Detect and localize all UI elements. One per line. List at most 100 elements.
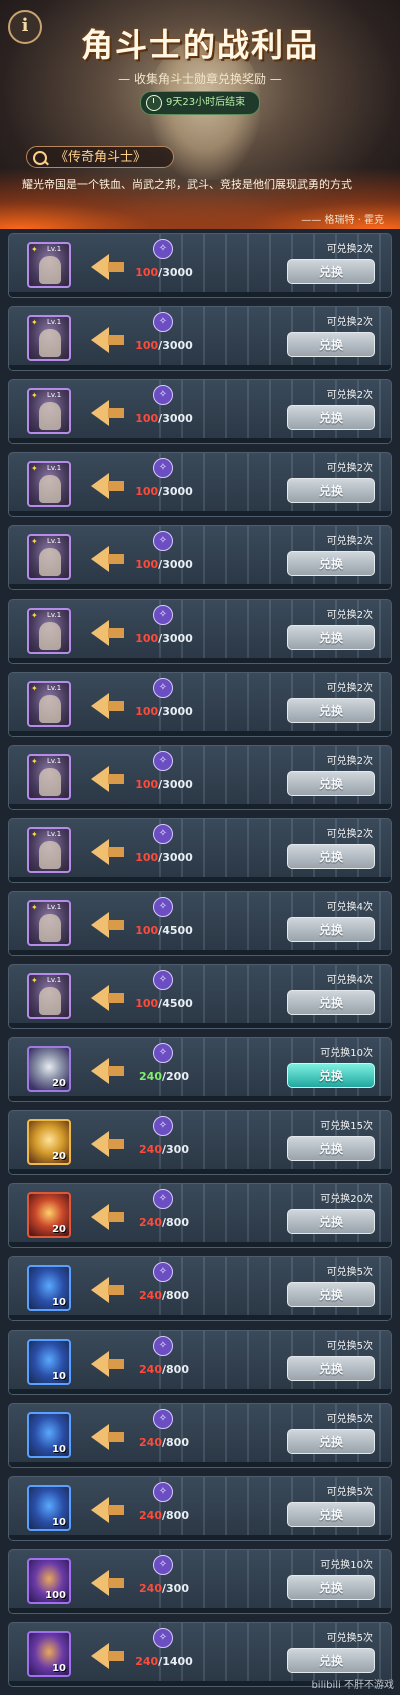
arrow-left-icon [91, 1570, 109, 1596]
medal-cost: 100/3000 [135, 632, 193, 645]
exchange-button[interactable]: 兑换 [287, 1502, 375, 1527]
exchange-button[interactable]: 兑换 [287, 1136, 375, 1161]
rarity-star-icon: ✦ [31, 976, 38, 985]
reward-item-icon[interactable]: ✦ Lv.1 [27, 242, 71, 288]
gladiator-medal-icon: ✧ [153, 1409, 173, 1429]
reward-item-icon[interactable]: 10 [27, 1485, 71, 1531]
arrow-left-icon [91, 400, 109, 426]
exchange-button[interactable]: 兑换 [287, 1209, 375, 1234]
reward-item-icon[interactable]: 20 [27, 1119, 71, 1165]
gladiator-medal-icon: ✧ [153, 385, 173, 405]
rarity-star-icon: ✦ [31, 903, 38, 912]
exchange-button[interactable]: 兑换 [287, 551, 375, 576]
row-divider [9, 658, 391, 663]
reward-item-icon[interactable]: 10 [27, 1265, 71, 1311]
gladiator-medal-icon: ✧ [153, 1336, 173, 1356]
exchange-button[interactable]: 兑换 [287, 1429, 375, 1454]
remaining-exchanges: 可兑换5次 [326, 1487, 373, 1498]
arrow-tail [108, 1578, 124, 1588]
exchange-button[interactable]: 兑换 [287, 259, 375, 284]
arrow-left-icon [91, 1277, 109, 1303]
exchange-button[interactable]: 兑换 [287, 625, 375, 650]
medal-cost: 240/1400 [135, 1655, 193, 1668]
exchange-button[interactable]: 兑换 [287, 1356, 375, 1381]
reward-item-icon[interactable]: ✦ Lv.1 [27, 754, 71, 800]
exchange-button[interactable]: 兑换 [287, 1575, 375, 1600]
reward-item-icon[interactable]: 10 [27, 1412, 71, 1458]
medal-required: 4500 [162, 997, 193, 1010]
row-divider [9, 1023, 391, 1028]
reward-item-icon[interactable]: 100 [27, 1558, 71, 1604]
medal-cost: 240/800 [139, 1436, 189, 1449]
medal-required: 3000 [162, 705, 193, 718]
medal-owned: 100 [135, 266, 159, 279]
medal-required: 300 [166, 1582, 189, 1595]
lore-title-tag[interactable]: 《传奇角斗士》 [26, 146, 174, 168]
exchange-button[interactable]: 兑换 [287, 1282, 375, 1307]
arrow-tail [108, 262, 124, 272]
reward-item-icon[interactable]: ✦ Lv.1 [27, 608, 71, 654]
item-quantity: 20 [52, 1078, 66, 1089]
remaining-exchanges: 可兑换4次 [326, 902, 373, 913]
gladiator-medal-icon: ✧ [153, 1043, 173, 1063]
arrow-tail [108, 554, 124, 564]
lore-text: 耀光帝国是一个铁血、尚武之邦，武斗、竞技是他们展现武勇的方式 [22, 178, 352, 191]
medal-owned: 100 [135, 997, 159, 1010]
exchange-row: 10 ✧ 240/800 可兑换5次 兑换 [8, 1330, 392, 1395]
medal-cost: 100/3000 [135, 412, 193, 425]
row-divider [9, 1096, 391, 1101]
reward-item-icon[interactable]: 20 [27, 1046, 71, 1092]
exchange-button[interactable]: 兑换 [287, 844, 375, 869]
medal-owned: 240 [139, 1216, 162, 1229]
reward-item-icon[interactable]: ✦ Lv.1 [27, 534, 71, 580]
medal-required: 3000 [162, 851, 193, 864]
arrow-left-icon [91, 254, 109, 280]
row-divider [9, 1169, 391, 1174]
remaining-exchanges: 可兑换2次 [326, 683, 373, 694]
reward-item-icon[interactable]: ✦ Lv.1 [27, 461, 71, 507]
reward-item-icon[interactable]: ✦ Lv.1 [27, 900, 71, 946]
exchange-button[interactable]: 兑换 [287, 1063, 375, 1088]
reward-item-icon[interactable]: ✦ Lv.1 [27, 681, 71, 727]
medal-cost: 240/800 [139, 1509, 189, 1522]
exchange-button[interactable]: 兑换 [287, 917, 375, 942]
exchange-row: ✦ Lv.1 ✧ 100/3000 可兑换2次 兑换 [8, 745, 392, 810]
exchange-button[interactable]: 兑换 [287, 990, 375, 1015]
gladiator-medal-icon: ✧ [153, 1116, 173, 1136]
exchange-button[interactable]: 兑换 [287, 332, 375, 357]
gladiator-medal-icon: ✧ [153, 970, 173, 990]
item-quantity: 10 [52, 1444, 66, 1455]
gladiator-medal-icon: ✧ [153, 1189, 173, 1209]
reward-item-icon[interactable]: 10 [27, 1339, 71, 1385]
exchange-button[interactable]: 兑换 [287, 405, 375, 430]
reward-item-icon[interactable]: ✦ Lv.1 [27, 827, 71, 873]
medal-owned: 240 [139, 1363, 162, 1376]
exchange-button[interactable]: 兑换 [287, 698, 375, 723]
item-level: Lv.1 [47, 976, 62, 984]
rarity-star-icon: ✦ [31, 537, 38, 546]
item-quantity: 20 [52, 1151, 66, 1162]
row-divider [9, 950, 391, 955]
hero-portrait [39, 914, 61, 942]
reward-item-icon[interactable]: ✦ Lv.1 [27, 315, 71, 361]
medal-cost: 240/300 [139, 1143, 189, 1156]
remaining-exchanges: 可兑换2次 [326, 829, 373, 840]
exchange-button[interactable]: 兑换 [287, 771, 375, 796]
reward-item-icon[interactable]: 10 [27, 1631, 71, 1677]
reward-item-icon[interactable]: 20 [27, 1192, 71, 1238]
arrow-tail [108, 1359, 124, 1369]
exchange-row: ✦ Lv.1 ✧ 100/4500 可兑换4次 兑换 [8, 964, 392, 1029]
arrow-left-icon [91, 1058, 109, 1084]
hero-portrait [39, 402, 61, 430]
reward-item-icon[interactable]: ✦ Lv.1 [27, 388, 71, 434]
medal-owned: 240 [139, 1509, 162, 1522]
exchange-button[interactable]: 兑换 [287, 1648, 375, 1673]
exchange-button[interactable]: 兑换 [287, 478, 375, 503]
arrow-left-icon [91, 985, 109, 1011]
remaining-exchanges: 可兑换10次 [320, 1048, 373, 1059]
reward-item-icon[interactable]: ✦ Lv.1 [27, 973, 71, 1019]
timer-text: 9天23小时后结束 [166, 97, 246, 108]
row-divider [9, 877, 391, 882]
gladiator-medal-icon: ✧ [153, 531, 173, 551]
item-quantity: 100 [45, 1590, 66, 1601]
